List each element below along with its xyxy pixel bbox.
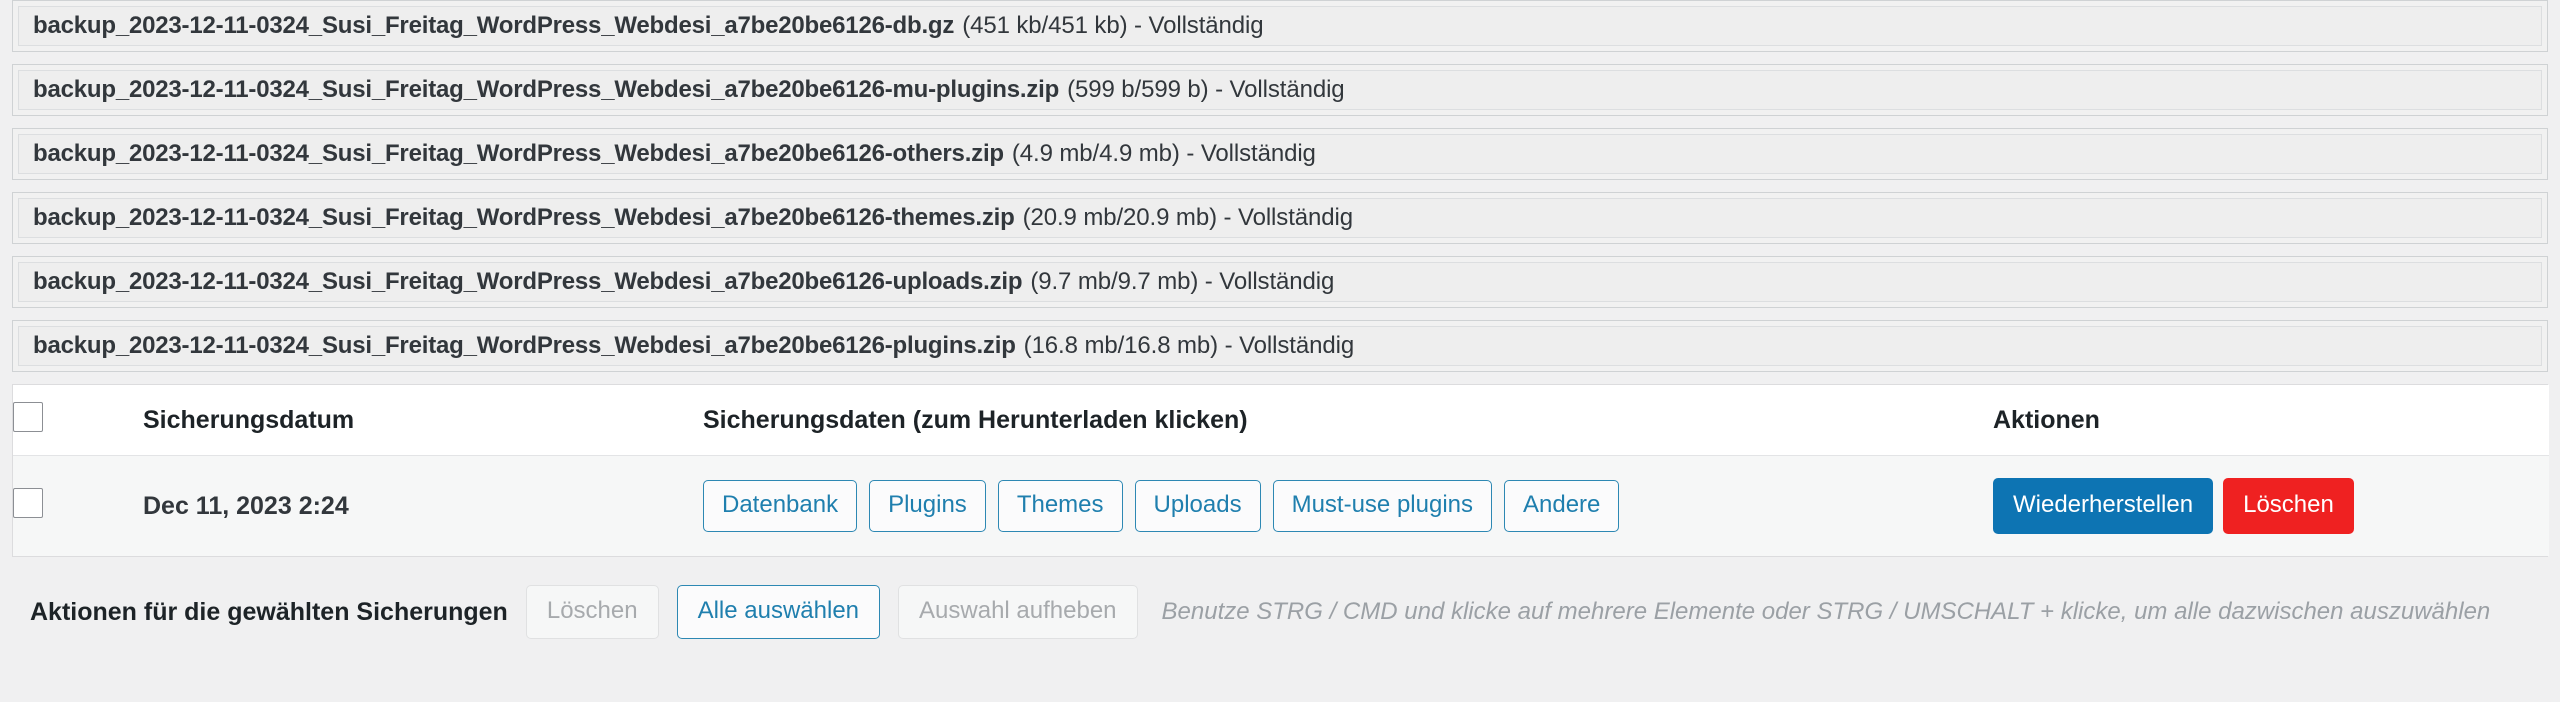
backup-file-status: (599 b/599 b) - Vollständig — [1067, 76, 1345, 103]
backup-file-status: (16.8 mb/16.8 mb) - Vollständig — [1023, 332, 1355, 359]
backup-log-row-inner: backup_2023-12-11-0324_Susi_Freitag_Word… — [18, 134, 2542, 174]
bulk-actions-bar: Aktionen für die gewählten Sicherungen L… — [0, 557, 2560, 639]
row-actions: Wiederherstellen Löschen — [1993, 455, 2549, 556]
existing-backups-table-wrapper: Sicherungsdatum Sicherungsdaten (zum Her… — [12, 384, 2549, 557]
backup-file-status: (4.9 mb/4.9 mb) - Vollständig — [1011, 140, 1316, 167]
row-backup-date: Dec 11, 2023 2:24 — [143, 455, 703, 556]
backup-file-name: backup_2023-12-11-0324_Susi_Freitag_Word… — [33, 204, 1015, 231]
backup-log-row-inner: backup_2023-12-11-0324_Susi_Freitag_Word… — [18, 6, 2542, 46]
table-row[interactable]: Dec 11, 2023 2:24 Datenbank Plugins Them… — [13, 455, 2549, 556]
backup-log-row-inner: backup_2023-12-11-0324_Susi_Freitag_Word… — [18, 262, 2542, 302]
download-database-button[interactable]: Datenbank — [703, 480, 858, 532]
table-body: Dec 11, 2023 2:24 Datenbank Plugins Them… — [13, 455, 2549, 556]
backup-log-row-inner: backup_2023-12-11-0324_Susi_Freitag_Word… — [18, 198, 2542, 238]
backup-log-row: backup_2023-12-11-0324_Susi_Freitag_Word… — [12, 0, 2548, 52]
select-all-checkbox[interactable] — [13, 401, 43, 432]
table-head: Sicherungsdatum Sicherungsdaten (zum Her… — [13, 385, 2549, 456]
bulk-actions-hint: Benutze STRG / CMD und klicke auf mehrer… — [1161, 598, 2491, 625]
download-mu-plugins-button[interactable]: Must-use plugins — [1272, 480, 1492, 532]
backup-file-name: backup_2023-12-11-0324_Susi_Freitag_Word… — [33, 140, 1004, 167]
restore-button[interactable]: Wiederherstellen — [1993, 477, 2214, 535]
backup-file-status: (451 kb/451 kb) - Vollständig — [962, 12, 1264, 39]
download-themes-button[interactable]: Themes — [997, 480, 1123, 532]
header-select-all — [13, 385, 143, 456]
backup-file-status: (9.7 mb/9.7 mb) - Vollständig — [1030, 268, 1335, 295]
backup-file-name: backup_2023-12-11-0324_Susi_Freitag_Word… — [33, 76, 1060, 103]
backup-log-row: backup_2023-12-11-0324_Susi_Freitag_Word… — [12, 128, 2548, 180]
download-plugins-button[interactable]: Plugins — [869, 480, 986, 532]
backup-log-row: backup_2023-12-11-0324_Susi_Freitag_Word… — [12, 192, 2548, 244]
backup-file-name: backup_2023-12-11-0324_Susi_Freitag_Word… — [33, 12, 955, 39]
backup-log-row-inner: backup_2023-12-11-0324_Susi_Freitag_Word… — [18, 326, 2542, 366]
download-uploads-button[interactable]: Uploads — [1134, 480, 1261, 532]
backup-file-name: backup_2023-12-11-0324_Susi_Freitag_Word… — [33, 332, 1016, 359]
backup-log-row: backup_2023-12-11-0324_Susi_Freitag_Word… — [12, 320, 2548, 372]
backup-log-row: backup_2023-12-11-0324_Susi_Freitag_Word… — [12, 256, 2548, 308]
backup-log-row-inner: backup_2023-12-11-0324_Susi_Freitag_Word… — [18, 70, 2542, 110]
backup-progress-log: backup_2023-12-11-0324_Susi_Freitag_Word… — [0, 0, 2560, 372]
bulk-delete-button[interactable]: Löschen — [525, 585, 659, 639]
header-backup-date: Sicherungsdatum — [143, 385, 703, 456]
bulk-actions-label: Aktionen für die gewählten Sicherungen — [30, 597, 508, 626]
delete-backup-button[interactable]: Löschen — [2223, 477, 2354, 535]
bulk-deselect-button[interactable]: Auswahl aufheben — [898, 585, 1138, 639]
header-backup-data: Sicherungsdaten (zum Herunterladen klick… — [703, 385, 1993, 456]
existing-backups-table: Sicherungsdatum Sicherungsdaten (zum Her… — [13, 385, 2549, 556]
backup-file-name: backup_2023-12-11-0324_Susi_Freitag_Word… — [33, 268, 1023, 295]
backup-file-status: (20.9 mb/20.9 mb) - Vollständig — [1022, 204, 1354, 231]
row-select-cell — [13, 455, 143, 556]
row-checkbox[interactable] — [13, 487, 43, 518]
action-button-group: Wiederherstellen Löschen — [1993, 477, 2549, 535]
header-actions: Aktionen — [1993, 385, 2549, 456]
row-backup-entities: Datenbank Plugins Themes Uploads Must-us… — [703, 455, 1993, 556]
table-header-row: Sicherungsdatum Sicherungsdaten (zum Her… — [13, 385, 2549, 456]
download-others-button[interactable]: Andere — [1504, 480, 1620, 532]
backup-log-row: backup_2023-12-11-0324_Susi_Freitag_Word… — [12, 64, 2548, 116]
bulk-select-all-button[interactable]: Alle auswählen — [676, 585, 881, 639]
entity-button-group: Datenbank Plugins Themes Uploads Must-us… — [703, 480, 1993, 532]
